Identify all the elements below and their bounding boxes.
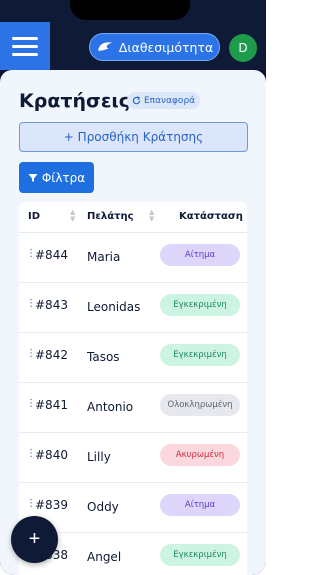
reset-label: Επαναφορά xyxy=(144,95,196,106)
avatar[interactable]: D xyxy=(229,34,257,62)
status-badge: Αίτημα xyxy=(160,494,240,516)
booking-id: #842 xyxy=(35,348,68,362)
customer-name: Angel xyxy=(87,550,122,564)
booking-id: #839 xyxy=(35,498,68,512)
availability-label: Διαθεσιμότητα xyxy=(118,39,214,55)
device-notch xyxy=(70,0,190,20)
column-header-status[interactable]: Κατάσταση xyxy=(179,211,243,222)
customer-name: Leonidas xyxy=(87,300,141,314)
reset-button[interactable]: Επαναφορά xyxy=(127,92,201,109)
top-bar: Διαθεσιμότητα D xyxy=(0,0,266,70)
status-badge: Εγκεκριμένη xyxy=(160,344,240,366)
customer-name: Lilly xyxy=(87,450,111,464)
wave-icon xyxy=(97,42,112,51)
status-badge: Αίτημα xyxy=(160,244,240,266)
main-content: Κρατήσεις Επαναφορά + Προσθήκη Κράτησης … xyxy=(0,70,266,575)
table-row[interactable]: ⋮ #842 Tasos Εγκεκριμένη xyxy=(19,332,247,383)
booking-id: #840 xyxy=(35,448,68,462)
status-badge: Εγκεκριμένη xyxy=(160,544,240,566)
table-row[interactable]: ⋮ #840 Lilly Ακυρωμένη xyxy=(19,432,247,483)
sort-icon[interactable]: ▲ ▼ xyxy=(70,209,75,223)
customer-name: Tasos xyxy=(87,350,120,364)
status-badge: Ακυρωμένη xyxy=(160,444,240,466)
status-badge: Ολοκληρωμένη xyxy=(160,394,240,416)
filter-label: Φίλτρα xyxy=(41,170,86,185)
booking-id: #841 xyxy=(35,398,68,412)
booking-id: #843 xyxy=(35,298,68,312)
sort-icon[interactable]: ▲ ▼ xyxy=(149,209,154,223)
bookings-table: ID ▲ ▼ Πελάτης ▲ ▼ Κατάσταση ⋮ #844 Maria Αίτ… xyxy=(19,202,247,575)
hamburger-icon xyxy=(12,37,38,40)
filter-button[interactable]: Φίλτρα xyxy=(19,162,94,193)
customer-name: Oddy xyxy=(87,500,119,514)
table-row[interactable]: ⋮ #841 Antonio Ολοκληρωμένη xyxy=(19,382,247,433)
add-booking-button[interactable]: + Προσθήκη Κράτησης xyxy=(19,122,248,152)
page-title: Κρατήσεις xyxy=(19,90,131,112)
funnel-icon xyxy=(28,173,38,182)
table-header: ID ▲ ▼ Πελάτης ▲ ▼ Κατάσταση xyxy=(19,202,247,233)
customer-name: Maria xyxy=(87,250,121,264)
table-row[interactable]: ⋮ #844 Maria Αίτημα xyxy=(19,232,247,283)
availability-button[interactable]: Διαθεσιμότητα xyxy=(89,33,220,61)
menu-button[interactable] xyxy=(0,22,50,70)
column-header-customer[interactable]: Πελάτης xyxy=(87,211,134,222)
status-badge: Εγκεκριμένη xyxy=(160,294,240,316)
add-fab-button[interactable]: + xyxy=(11,516,58,563)
customer-name: Antonio xyxy=(87,400,134,414)
table-row[interactable]: ⋮ #843 Leonidas Εγκεκριμένη xyxy=(19,282,247,333)
app-frame: Διαθεσιμότητα D Κρατήσεις Επαναφορά + Πρ… xyxy=(0,0,266,575)
refresh-icon xyxy=(132,96,141,105)
column-header-id[interactable]: ID xyxy=(28,211,40,222)
booking-id: #844 xyxy=(35,248,68,262)
